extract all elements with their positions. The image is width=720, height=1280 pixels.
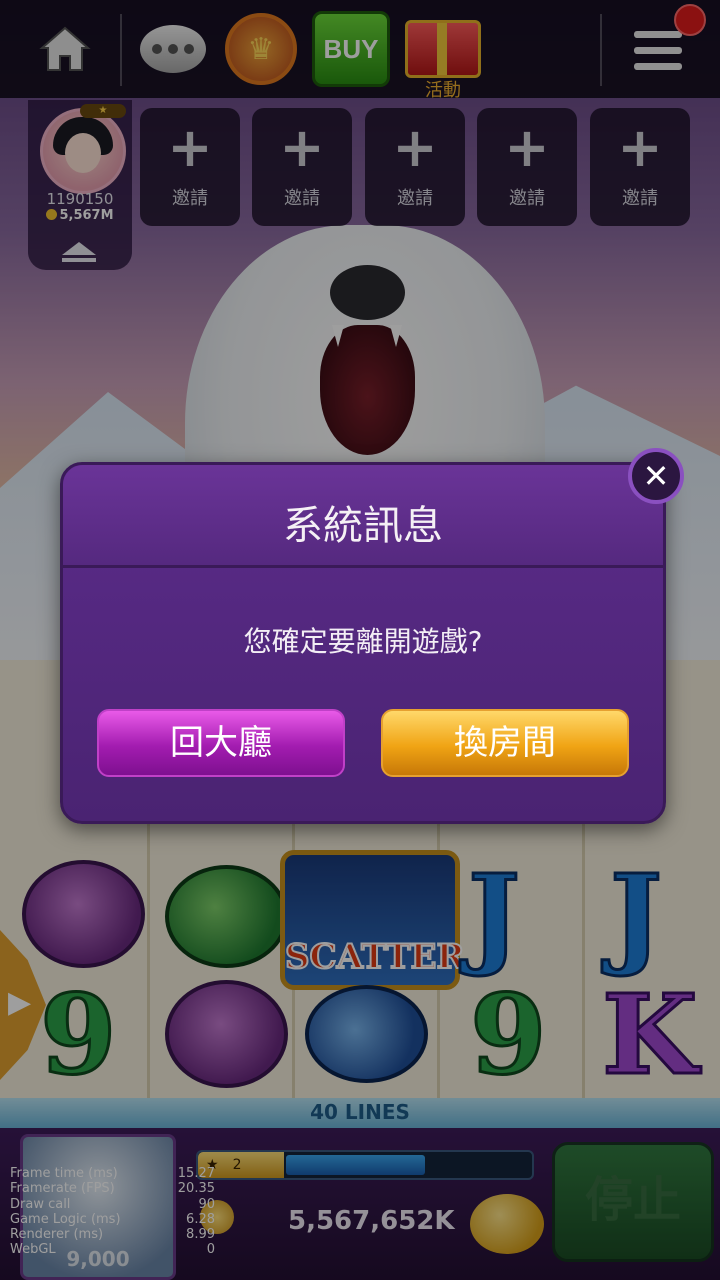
dialog-message: 您確定要離開遊戲? [243, 625, 483, 658]
dialog-header: 系統訊息 [63, 465, 663, 568]
close-dialog-button[interactable]: ✕ [628, 448, 684, 504]
switch-room-button[interactable]: 換房間 [381, 709, 629, 777]
system-message-dialog: 系統訊息 您確定要離開遊戲? 回大廳 換房間 [60, 462, 666, 824]
close-icon: ✕ [642, 457, 670, 495]
back-to-lobby-button[interactable]: 回大廳 [97, 709, 345, 777]
dialog-title: 系統訊息 [283, 503, 443, 549]
